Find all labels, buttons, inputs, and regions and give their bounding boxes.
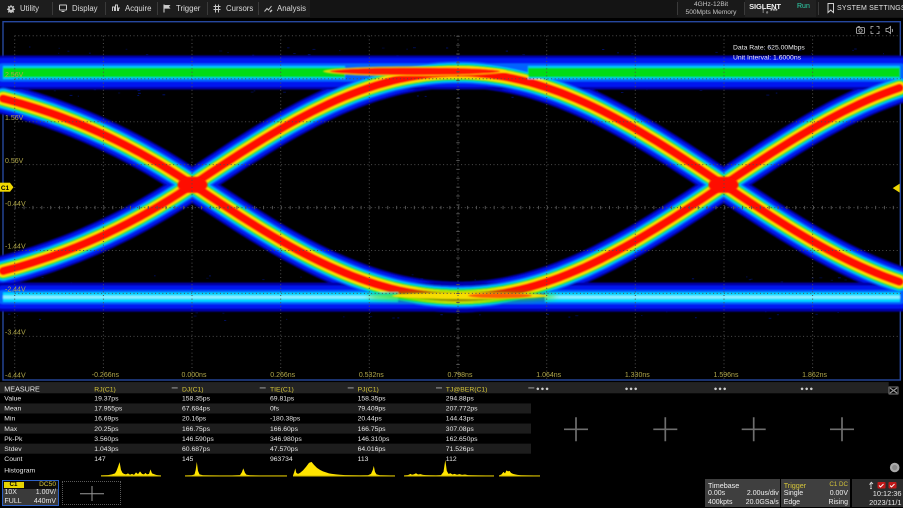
- svg-text:DJ(C1): DJ(C1): [182, 386, 204, 393]
- svg-text:79.409ps: 79.409ps: [358, 406, 387, 413]
- svg-text:64.016ps: 64.016ps: [358, 446, 387, 453]
- svg-text:207.772ps: 207.772ps: [446, 406, 478, 413]
- svg-text:-180.38ps: -180.38ps: [270, 416, 301, 423]
- svg-text:112: 112: [446, 456, 457, 463]
- svg-text:146.590ps: 146.590ps: [182, 436, 214, 443]
- svg-text:144.43ps: 144.43ps: [446, 416, 475, 423]
- svg-text:Stdev: Stdev: [4, 446, 22, 453]
- svg-text:158.35ps: 158.35ps: [182, 396, 211, 403]
- svg-text:TJ@BER(C1): TJ@BER(C1): [446, 386, 488, 393]
- svg-text:346.980ps: 346.980ps: [270, 436, 302, 443]
- svg-text:1.56V: 1.56V: [5, 115, 24, 122]
- svg-text:162.650ps: 162.650ps: [446, 436, 478, 443]
- svg-text:●●●: ●●●: [625, 387, 639, 393]
- svg-text:-1.44V: -1.44V: [5, 244, 26, 251]
- svg-text:3.560ps: 3.560ps: [94, 436, 119, 443]
- svg-text:Histogram: Histogram: [4, 467, 35, 474]
- svg-text:166.60ps: 166.60ps: [270, 426, 299, 433]
- svg-text:●●●: ●●●: [536, 387, 550, 393]
- svg-text:20.25ps: 20.25ps: [94, 426, 119, 433]
- svg-text:Unit Interval: 1.6000ns: Unit Interval: 1.6000ns: [733, 55, 802, 62]
- svg-text:0.56V: 0.56V: [5, 158, 24, 165]
- svg-text:1.596ns: 1.596ns: [714, 372, 739, 379]
- svg-text:0.532ns: 0.532ns: [359, 372, 384, 379]
- svg-text:20.16ps: 20.16ps: [182, 416, 207, 423]
- svg-text:71.526ps: 71.526ps: [446, 446, 475, 453]
- svg-text:PJ(C1): PJ(C1): [358, 386, 379, 393]
- svg-text:0fs: 0fs: [270, 406, 280, 413]
- svg-text:0.798ns: 0.798ns: [448, 372, 473, 379]
- svg-text:-3.44V: -3.44V: [5, 330, 26, 337]
- svg-text:166.75ps: 166.75ps: [182, 426, 211, 433]
- svg-text:-2.44V: -2.44V: [5, 287, 26, 294]
- svg-text:47.570ps: 47.570ps: [270, 446, 299, 453]
- svg-text:C1: C1: [1, 185, 10, 192]
- svg-text:Count: Count: [4, 456, 22, 463]
- svg-text:Min: Min: [4, 416, 15, 423]
- svg-text:●●●: ●●●: [800, 387, 814, 393]
- svg-text:0.000ns: 0.000ns: [182, 372, 207, 379]
- svg-text:MEASURE: MEASURE: [4, 384, 40, 393]
- svg-text:158.35ps: 158.35ps: [358, 396, 387, 403]
- svg-text:Value: Value: [4, 396, 21, 403]
- svg-text:-0.266ns: -0.266ns: [92, 372, 120, 379]
- svg-text:294.88ps: 294.88ps: [446, 396, 475, 403]
- svg-text:Max: Max: [4, 426, 17, 433]
- svg-text:16.69ps: 16.69ps: [94, 416, 119, 423]
- svg-text:1.330ns: 1.330ns: [625, 372, 650, 379]
- svg-text:Pk-Pk: Pk-Pk: [4, 436, 23, 443]
- svg-text:Data Rate: 625.00Mbps: Data Rate: 625.00Mbps: [733, 45, 805, 52]
- svg-text:67.684ps: 67.684ps: [182, 406, 211, 413]
- svg-text:146.310ps: 146.310ps: [358, 436, 390, 443]
- svg-text:-0.44V: -0.44V: [5, 201, 26, 208]
- svg-text:-4.44V: -4.44V: [5, 373, 26, 380]
- svg-text:145: 145: [182, 456, 194, 463]
- svg-text:17.955ps: 17.955ps: [94, 406, 123, 413]
- svg-text:1.862ns: 1.862ns: [802, 372, 827, 379]
- svg-text:●●●: ●●●: [714, 387, 728, 393]
- svg-text:20.44ps: 20.44ps: [358, 416, 383, 423]
- svg-text:Mean: Mean: [4, 406, 21, 413]
- svg-text:1.043ps: 1.043ps: [94, 446, 119, 453]
- svg-text:307.08ps: 307.08ps: [446, 426, 475, 433]
- svg-text:69.81ps: 69.81ps: [270, 396, 295, 403]
- svg-text:0.266ns: 0.266ns: [270, 372, 295, 379]
- svg-text:19.37ps: 19.37ps: [94, 396, 119, 403]
- svg-text:RJ(C1): RJ(C1): [94, 386, 116, 393]
- svg-text:147: 147: [94, 456, 106, 463]
- svg-text:1.064ns: 1.064ns: [536, 372, 561, 379]
- svg-text:60.687ps: 60.687ps: [182, 446, 211, 453]
- svg-text:166.75ps: 166.75ps: [358, 426, 387, 433]
- svg-text:2.56V: 2.56V: [5, 72, 24, 79]
- svg-text:TIE(C1): TIE(C1): [270, 386, 294, 393]
- svg-text:963734: 963734: [270, 456, 293, 463]
- svg-text:113: 113: [358, 456, 369, 463]
